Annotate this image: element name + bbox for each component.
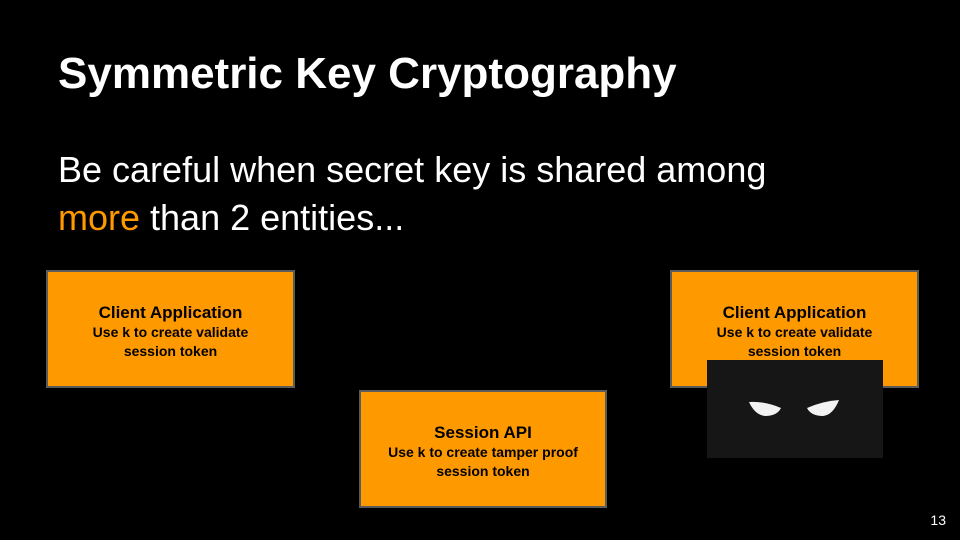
box-title: Client Application xyxy=(722,303,867,322)
page-number: 13 xyxy=(930,512,946,528)
right-eye xyxy=(807,400,839,416)
masked-eyes-graphic xyxy=(749,400,839,416)
masked-eyes-icon xyxy=(707,360,883,458)
slide-title: Symmetric Key Cryptography xyxy=(58,49,677,98)
client-application-box-left: Client Application Use k to create valid… xyxy=(46,270,295,388)
box-description: Use k to create tamper proof session tok… xyxy=(388,444,578,479)
session-api-box: Session API Use k to create tamper proof… xyxy=(359,390,607,508)
box-description: Use k to create validate session token xyxy=(92,324,249,359)
left-eye xyxy=(749,401,781,416)
subtitle-line-1: Be careful when secret key is shared amo… xyxy=(58,149,767,190)
subtitle-highlight: more xyxy=(58,197,141,238)
box-description: Use k to create validate session token xyxy=(716,324,873,359)
box-title: Session API xyxy=(434,423,532,442)
box-title: Client Application xyxy=(98,303,243,322)
slide-subtitle: Be careful when secret key is shared amo… xyxy=(58,146,766,242)
subtitle-line-2: than 2 entities... xyxy=(140,197,405,238)
